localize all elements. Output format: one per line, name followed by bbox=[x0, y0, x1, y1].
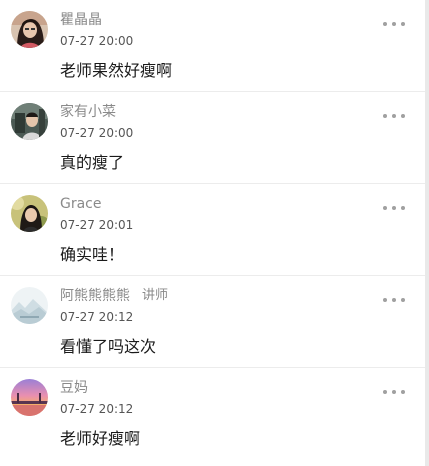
avatar[interactable] bbox=[11, 103, 48, 140]
avatar[interactable] bbox=[11, 379, 48, 416]
comment-time: 07-27 20:12 bbox=[60, 402, 134, 416]
comment-item: 豆妈 07-27 20:12 老师好瘦啊 bbox=[0, 368, 425, 460]
comment-text: 看懂了吗这次 bbox=[60, 337, 157, 356]
comment-text: 老师果然好瘦啊 bbox=[60, 61, 173, 80]
more-options-icon[interactable] bbox=[383, 203, 405, 213]
comment-time: 07-27 20:01 bbox=[60, 218, 134, 232]
comment-time: 07-27 20:00 bbox=[60, 34, 134, 48]
comment-time: 07-27 20:00 bbox=[60, 126, 134, 140]
commenter-name[interactable]: 阿熊熊熊熊 bbox=[60, 287, 130, 305]
more-options-icon[interactable] bbox=[383, 387, 405, 397]
commenter-name[interactable]: Grace bbox=[60, 195, 102, 213]
comment-text: 真的瘦了 bbox=[60, 153, 125, 172]
comment-item: 瞿晶晶 07-27 20:00 老师果然好瘦啊 bbox=[0, 0, 425, 92]
comment-item: 家有小菜 07-27 20:00 真的瘦了 bbox=[0, 92, 425, 184]
more-options-icon[interactable] bbox=[383, 19, 405, 29]
avatar[interactable] bbox=[11, 287, 48, 324]
avatar[interactable] bbox=[11, 195, 48, 232]
commenter-name[interactable]: 家有小菜 bbox=[60, 103, 116, 121]
comment-text: 老师好瘦啊 bbox=[60, 429, 141, 448]
comment-list: 瞿晶晶 07-27 20:00 老师果然好瘦啊 家有小菜 07-27 20:00… bbox=[0, 0, 425, 466]
comment-time: 07-27 20:12 bbox=[60, 310, 134, 324]
comment-item: 阿熊熊熊熊 讲师 07-27 20:12 看懂了吗这次 bbox=[0, 276, 425, 368]
commenter-name[interactable]: 瞿晶晶 bbox=[60, 11, 102, 29]
avatar[interactable] bbox=[11, 11, 48, 48]
more-options-icon[interactable] bbox=[383, 111, 405, 121]
scroll-edge bbox=[425, 0, 429, 466]
commenter-name[interactable]: 豆妈 bbox=[60, 379, 88, 397]
comment-text: 确实哇！ bbox=[60, 245, 125, 264]
lecturer-badge: 讲师 bbox=[142, 288, 169, 303]
more-options-icon[interactable] bbox=[383, 295, 405, 305]
comment-item: Grace 07-27 20:01 确实哇！ bbox=[0, 184, 425, 276]
